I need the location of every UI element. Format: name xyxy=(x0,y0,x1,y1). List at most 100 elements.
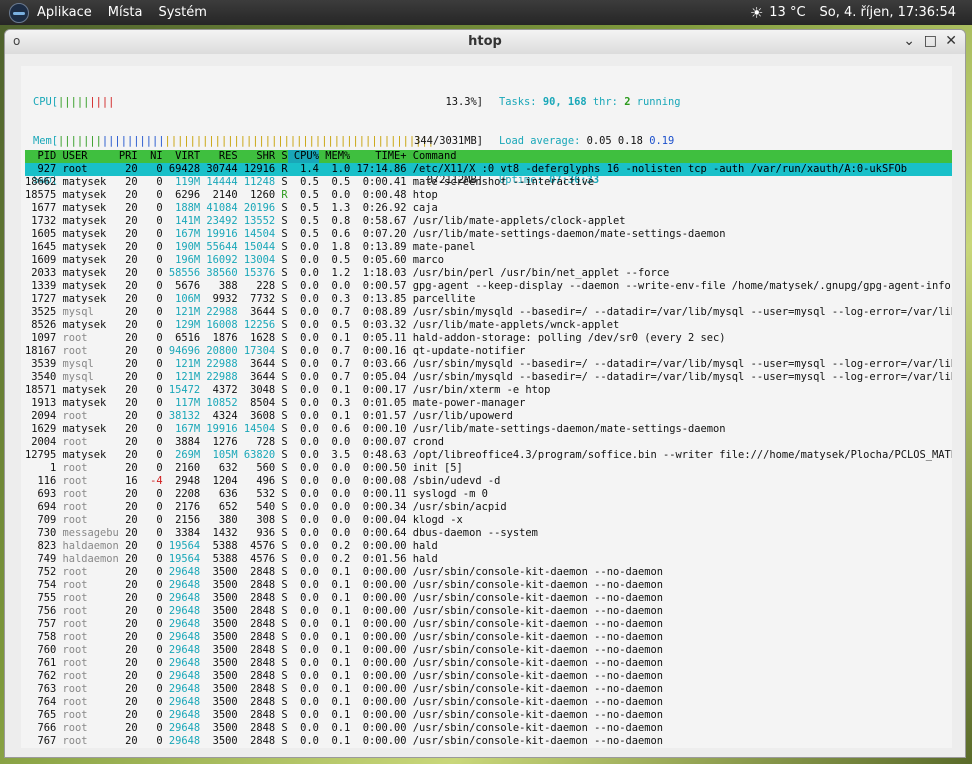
process-table-header[interactable]: PID USER PRI NI VIRT RES SHR S CPU% MEM% TIME+ Comm… xyxy=(25,150,952,163)
cell-virt: 2156 xyxy=(175,514,201,526)
column-header-cpu[interactable]: CPU% xyxy=(287,150,319,163)
process-row[interactable]: 1629 matysek 20 0 167M 19916 14504 S 0.0 0.6 0:00.… xyxy=(25,423,952,436)
maximize-icon[interactable]: □ xyxy=(924,33,937,49)
process-row[interactable]: 8526 matysek 20 0 129M 16008 12256 S 0.0 0.5 0:03.… xyxy=(25,319,952,332)
menu-applications[interactable]: Aplikace xyxy=(37,5,92,20)
column-header-mem[interactable]: MEM% xyxy=(319,150,350,163)
cpu-meter-label: CPU[ xyxy=(33,96,59,108)
menu-places[interactable]: Místa xyxy=(108,5,143,20)
process-row[interactable]: 758 root 20 0 29648 3500 2848 S 0.0 0.1 0:00.00/us… xyxy=(25,631,952,644)
cell-virt: 29648 xyxy=(168,644,201,656)
column-header-virt[interactable]: VIRT xyxy=(163,150,200,163)
threads-label: thr: xyxy=(592,96,618,108)
process-table[interactable]: 927 root 20 0 69428 30744 12916 R 1.4 1.0 17:14.86… xyxy=(25,163,952,748)
cell-user: root xyxy=(62,514,88,526)
process-row[interactable]: 765 root 20 0 29648 3500 2848 S 0.0 0.1 0:00.00/us… xyxy=(25,709,952,722)
process-row[interactable]: 1 root 20 0 2160 632 560 S 0.0 0.0 0:00.50 init [5] xyxy=(25,462,952,475)
process-row[interactable]: 12795 matysek 20 0 269M 105M 63820 S 0.0 3.5 0:48.… xyxy=(25,449,952,462)
process-row[interactable]: 2094 root 20 0 38132 4324 3608 S 0.0 0.1 0:01.57/u… xyxy=(25,410,952,423)
column-header-cmd[interactable]: Command xyxy=(407,150,952,163)
cell-ni: 0 xyxy=(156,293,163,305)
process-row[interactable]: 756 root 20 0 29648 3500 2848 S 0.0 0.1 0:00.00/us… xyxy=(25,605,952,618)
cell-pri: 20 xyxy=(125,631,138,643)
process-row[interactable]: 3540 mysql 20 0 121M 22988 3644 S 0.0 0.7 0:05.04 /… xyxy=(25,371,952,384)
process-row[interactable]: 116 root 16 -4 2948 1204 496 S 0.0 0.0 0:00.08/sbi… xyxy=(25,475,952,488)
process-row[interactable]: 766 root 20 0 29648 3500 2848 S 0.0 0.1 0:00.00/us… xyxy=(25,722,952,735)
process-row[interactable]: 752 root 20 0 29648 3500 2848 S 0.0 0.1 0:00.00/us… xyxy=(25,566,952,579)
cell-pid: 1645 xyxy=(31,241,57,253)
cell-user: root xyxy=(62,631,88,643)
close-icon[interactable]: ✕ xyxy=(945,33,957,49)
process-row[interactable]: 1727 matysek 20 0 106M 9932 7732 S 0.0 0.3 0:13.85… xyxy=(25,293,952,306)
cell-s: S xyxy=(281,410,288,422)
process-row[interactable]: 755 root 20 0 29648 3500 2848 S 0.0 0.1 0:00.00/us… xyxy=(25,592,952,605)
clock-area[interactable]: ☀ 13 °C So, 4. říjen, 17:36:54 xyxy=(750,0,956,25)
column-header-res[interactable]: RES xyxy=(200,150,238,163)
process-row[interactable]: 757 root 20 0 29648 3500 2848 S 0.0 0.1 0:00.00/us… xyxy=(25,618,952,631)
process-row[interactable]: 1339 matysek 20 0 5676 388 228 S 0.0 0.0 0:00.57 gp… xyxy=(25,280,952,293)
column-header-time[interactable]: TIME+ xyxy=(350,150,406,163)
process-row[interactable]: 823 haldaemon 20 0 19564 5388 4576 S 0.0 0.2 0:00.… xyxy=(25,540,952,553)
cell-ni: 0 xyxy=(156,436,163,448)
process-row[interactable]: 1097 root 20 0 6516 1876 1628 S 0.0 0.1 0:05.11 hal… xyxy=(25,332,952,345)
process-row[interactable]: 927 root 20 0 69428 30744 12916 R 1.4 1.0 17:14.86… xyxy=(25,163,952,176)
cell-cmd: /usr/bin/xterm -e htop xyxy=(412,384,551,396)
terminal-area[interactable]: CPU[||||||||| 13.3%] Mem[||||||||||||||||… xyxy=(21,66,952,748)
process-row[interactable]: 2004 root 20 0 3884 1276 728 S 0.0 0.0 0:00.07 cron… xyxy=(25,436,952,449)
cell-s: S xyxy=(281,579,288,591)
process-row[interactable]: 3525 mysql 20 0 121M 22988 3644 S 0.0 0.7 0:08.89 /… xyxy=(25,306,952,319)
cell-time: 0:00.00 xyxy=(362,631,407,643)
cell-cpu: 0.0 xyxy=(300,371,319,383)
process-row[interactable]: 1609 matysek 20 0 196M 16092 13004 S 0.0 0.5 0:05.… xyxy=(25,254,952,267)
cell-cmd: mate-power-manager xyxy=(412,397,526,409)
column-header-pid[interactable]: PID xyxy=(25,150,56,163)
load-1min: 0.05 xyxy=(586,135,612,147)
cell-cpu: 0.0 xyxy=(300,319,319,331)
column-header-user[interactable]: USER xyxy=(56,150,119,163)
process-row[interactable]: 762 root 20 0 29648 3500 2848 S 0.0 0.1 0:00.00/us… xyxy=(25,670,952,683)
cell-s: S xyxy=(281,475,288,487)
process-row[interactable]: 694 root 20 0 2176 652 540 S 0.0 0.0 0:00.34/usr/s… xyxy=(25,501,952,514)
cell-ni: 0 xyxy=(156,189,163,201)
clock-datetime[interactable]: So, 4. říjen, 17:36:54 xyxy=(820,5,956,20)
process-row[interactable]: 18662 matysek 20 0 119M 14444 11248 S 0.5 0.5 0:00… xyxy=(25,176,952,189)
cell-user: messagebu xyxy=(62,527,119,539)
process-row[interactable]: 2033 matysek 20 0 58556 38560 15376 S 0.0 1.2 1:18… xyxy=(25,267,952,280)
cell-mem: 0.0 xyxy=(331,436,351,448)
column-header-pri[interactable]: PRI xyxy=(119,150,138,163)
process-row[interactable]: 767 root 20 0 29648 3500 2848 S 0.0 0.1 0:00.00/us… xyxy=(25,735,952,748)
window-titlebar[interactable]: o htop ⌄ □ ✕ xyxy=(5,30,965,54)
process-row[interactable]: 1913 matysek 20 0 117M 10852 8504 S 0.0 0.3 0:01.0… xyxy=(25,397,952,410)
process-row[interactable]: 761 root 20 0 29648 3500 2848 S 0.0 0.1 0:00.00/us… xyxy=(25,657,952,670)
process-row[interactable]: 1732 matysek 20 0 141M 23492 13552 S 0.5 0.8 0:58.… xyxy=(25,215,952,228)
process-row[interactable]: 3539 mysql 20 0 121M 22988 3644 S 0.0 0.7 0:03.66 /… xyxy=(25,358,952,371)
process-row[interactable]: 1677 matysek 20 0 188M 41084 20196 S 0.5 1.3 0:26.… xyxy=(25,202,952,215)
cell-res: 4372 xyxy=(212,384,238,396)
process-row[interactable]: 18571 matysek 20 0 15472 4372 3048 S 0.0 0.1 0:00.… xyxy=(25,384,952,397)
cell-s: S xyxy=(281,215,288,227)
process-row[interactable]: 749 haldaemon 20 0 19564 5388 4576 S 0.0 0.2 0:01.… xyxy=(25,553,952,566)
column-header-ni[interactable]: NI xyxy=(138,150,163,163)
process-row[interactable]: 763 root 20 0 29648 3500 2848 S 0.0 0.1 0:00.00/us… xyxy=(25,683,952,696)
process-row[interactable]: 18167 root 20 0 94696 20800 17304 S 0.0 0.7 0:00.1… xyxy=(25,345,952,358)
cell-cmd: htop xyxy=(412,189,438,201)
process-row[interactable]: 1645 matysek 20 0 190M 55644 15044 S 0.0 1.8 0:13.… xyxy=(25,241,952,254)
cell-pid: 18575 xyxy=(25,189,57,201)
distro-logo-icon[interactable] xyxy=(9,2,29,23)
process-row[interactable]: 764 root 20 0 29648 3500 2848 S 0.0 0.1 0:00.00/us… xyxy=(25,696,952,709)
process-row[interactable]: 730 messagebu 20 0 3384 1432 936 S 0.0 0.0 0:00.64… xyxy=(25,527,952,540)
process-row[interactable]: 693 root 20 0 2208 636 532 S 0.0 0.0 0:00.11 syslog… xyxy=(25,488,952,501)
cell-user: root xyxy=(62,618,88,630)
minimize-icon[interactable]: ⌄ xyxy=(903,33,915,49)
menu-system[interactable]: Systém xyxy=(158,5,206,20)
column-header-s[interactable]: S xyxy=(275,150,287,163)
process-row[interactable]: 709 root 20 0 2156 380 308 S 0.0 0.0 0:00.04 klogd … xyxy=(25,514,952,527)
process-row[interactable]: 1605 matysek 20 0 167M 19916 14504 S 0.5 0.6 0:07.… xyxy=(25,228,952,241)
process-row[interactable]: 18575 matysek 20 0 6296 2140 1260 R 0.5 0.0 0:00.4… xyxy=(25,189,952,202)
cell-mem: 1.2 xyxy=(331,267,351,279)
process-row[interactable]: 754 root 20 0 29648 3500 2848 S 0.0 0.1 0:00.00/us… xyxy=(25,579,952,592)
cell-ni: 0 xyxy=(156,709,163,721)
column-header-shr[interactable]: SHR xyxy=(238,150,275,163)
cell-ni: 0 xyxy=(156,202,163,214)
process-row[interactable]: 760 root 20 0 29648 3500 2848 S 0.0 0.1 0:00.00/us… xyxy=(25,644,952,657)
